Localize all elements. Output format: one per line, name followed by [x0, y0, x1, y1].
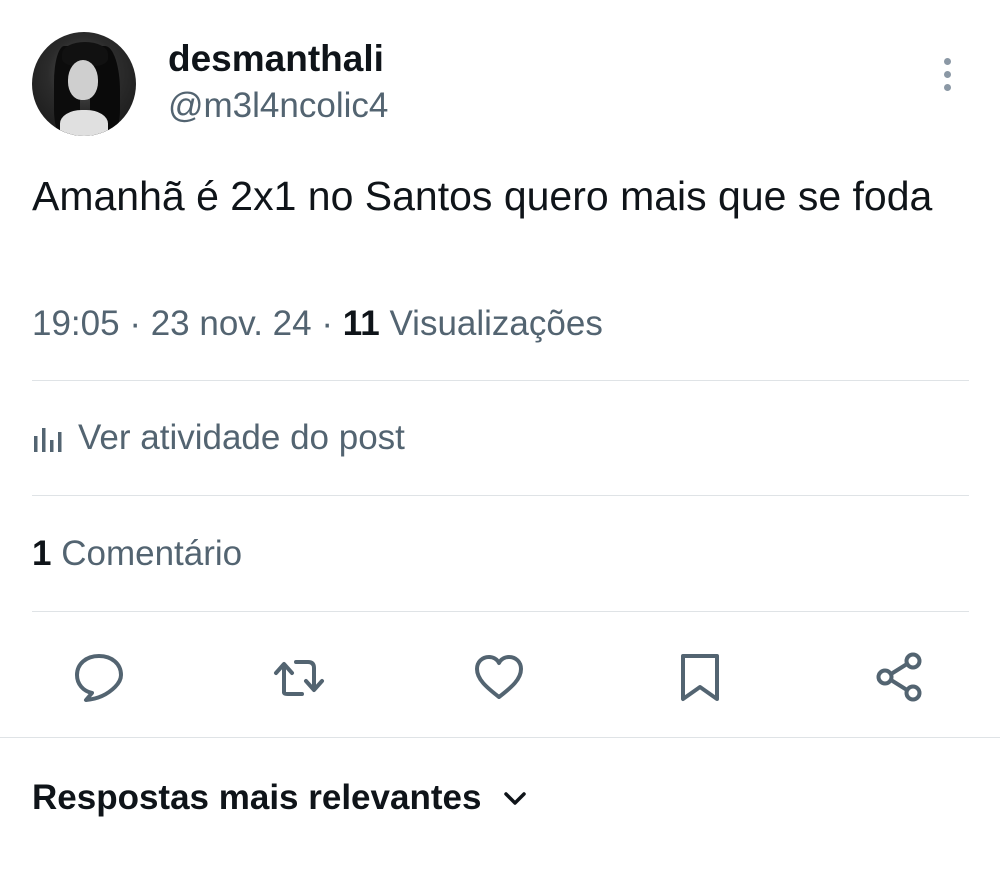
bookmark-icon [681, 654, 719, 701]
comments-label: Comentário [61, 534, 243, 573]
post-detail-page: desmanthali @m3l4ncolic4 Amanhã é 2x1 no… [0, 0, 1000, 893]
share-nodes-icon [876, 652, 922, 702]
share-button[interactable] [873, 650, 927, 704]
author-display-name[interactable]: desmanthali [168, 38, 384, 80]
more-options-icon[interactable] [936, 56, 960, 94]
comments-count-link[interactable]: 1 Comentário [32, 534, 242, 574]
repost-arrows-icon [274, 660, 324, 696]
post-activity-label: Ver atividade do post [78, 418, 405, 457]
divider [32, 380, 969, 381]
more-dot [944, 84, 951, 91]
meta-separator: · [129, 304, 151, 343]
post-date[interactable]: 23 nov. 24 [151, 304, 312, 343]
avatar-shoulder [60, 110, 108, 136]
divider [32, 495, 969, 496]
analytics-bars-icon [34, 428, 62, 452]
more-dot [944, 71, 951, 78]
author-handle[interactable]: @m3l4ncolic4 [168, 86, 388, 126]
avatar-face [68, 60, 98, 100]
post-text: Amanhã é 2x1 no Santos quero mais que se… [32, 173, 933, 219]
post-time[interactable]: 19:05 [32, 304, 120, 343]
divider [32, 611, 969, 612]
heart-icon [475, 655, 523, 699]
views-count: 11 [342, 304, 380, 343]
like-button[interactable] [472, 650, 526, 704]
bookmark-button[interactable] [673, 650, 727, 704]
reply-button[interactable] [72, 650, 126, 704]
meta-separator: · [321, 304, 343, 343]
reply-bubble-icon [75, 654, 123, 702]
post-activity-link[interactable]: Ver atividade do post [32, 418, 405, 458]
repost-button[interactable] [272, 650, 326, 704]
comments-count: 1 [32, 534, 52, 573]
replies-sort-dropdown[interactable]: Respostas mais relevantes [32, 778, 529, 818]
divider [0, 737, 1000, 738]
views-label: Visualizações [389, 304, 603, 343]
post-meta: 19:05 · 23 nov. 24 · 11 Visualizações [32, 304, 603, 344]
avatar[interactable] [32, 32, 136, 136]
replies-sort-label: Respostas mais relevantes [32, 778, 482, 817]
more-dot [944, 58, 951, 65]
chevron-down-icon [504, 792, 527, 805]
